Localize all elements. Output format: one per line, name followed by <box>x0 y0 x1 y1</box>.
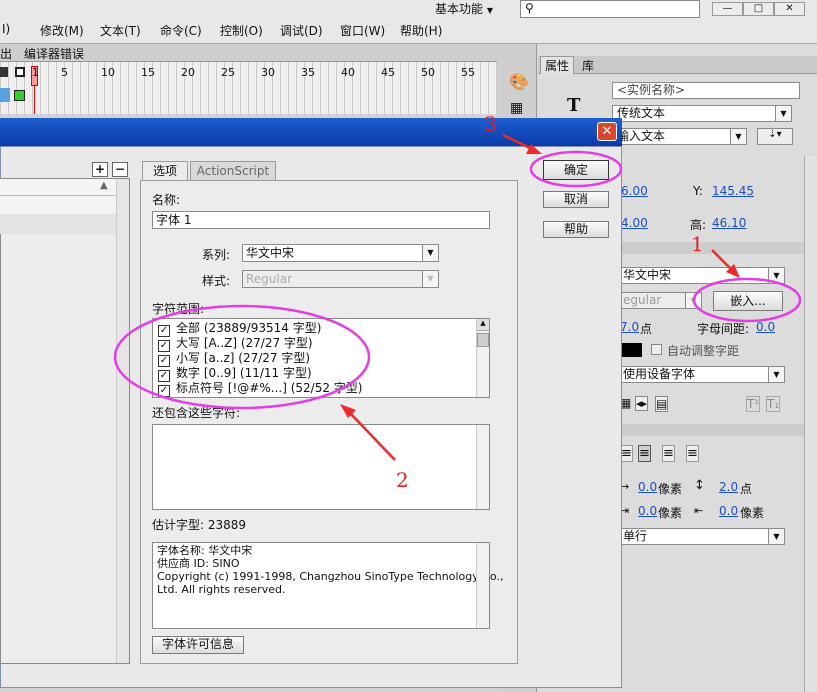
annotation-number-2: 2 <box>396 468 409 492</box>
arrowhead-3 <box>526 144 542 154</box>
arrow-3 <box>502 133 531 150</box>
annotation-overlay <box>113 133 802 461</box>
annotation-number-1: 1 <box>691 232 704 256</box>
annotation-number-3: 3 <box>484 112 497 136</box>
ranges-highlight-ellipse <box>113 304 371 410</box>
arrow-2 <box>348 411 396 461</box>
embed-highlight-ellipse <box>692 277 802 323</box>
ok-highlight-ellipse <box>529 150 623 188</box>
